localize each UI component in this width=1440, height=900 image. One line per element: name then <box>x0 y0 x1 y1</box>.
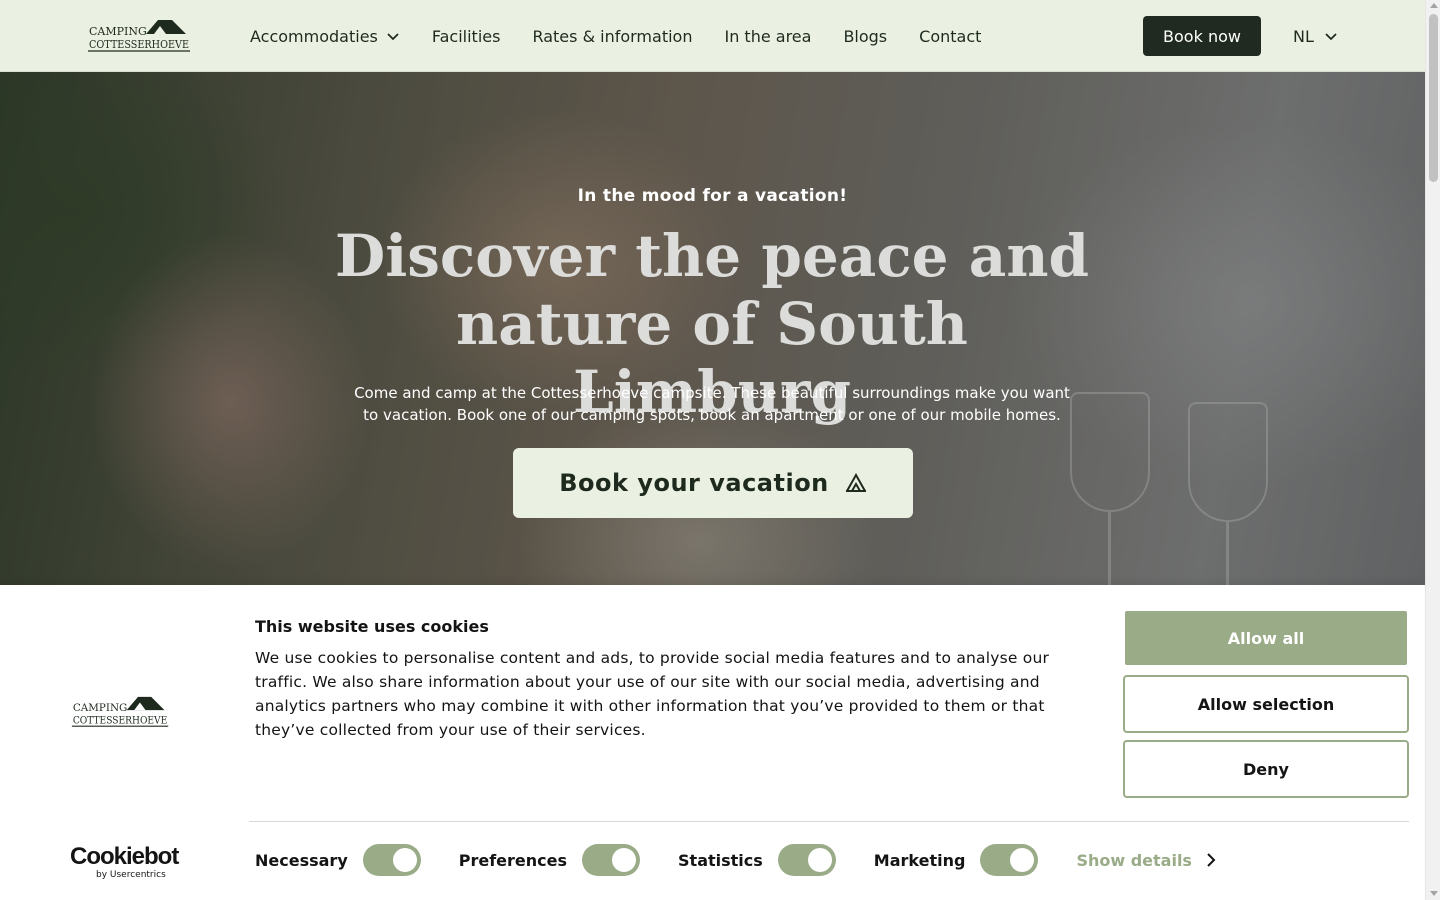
toggle-knob <box>392 848 417 872</box>
toggle-label: Marketing <box>873 850 966 870</box>
show-details-link[interactable]: Show details <box>1076 851 1216 870</box>
scroll-up-arrow-icon[interactable] <box>1430 3 1438 8</box>
cookiebot-name: Cookiebot <box>70 843 179 870</box>
cookie-divider <box>249 821 1409 822</box>
scroll-down-arrow-icon[interactable] <box>1430 891 1438 896</box>
allow-selection-button[interactable]: Allow selection <box>1123 675 1409 733</box>
logo-line2: COTTESSERHOEVE <box>73 714 167 726</box>
toggle-label: Preferences <box>458 850 568 870</box>
language-label: NL <box>1293 26 1314 46</box>
cookiebot-sub: by Usercentrics <box>96 870 166 880</box>
nav-item-facilities[interactable]: Facilities <box>432 27 501 46</box>
toggle-group-preferences: Preferences <box>458 844 641 876</box>
cookie-description: We use cookies to personalise content an… <box>255 649 1050 739</box>
cookie-banner: CAMPING COTTESSERHOEVE This website uses… <box>0 585 1425 900</box>
toggle-label: Statistics <box>678 850 763 870</box>
statistics-toggle[interactable] <box>777 844 836 876</box>
nav-item-rates[interactable]: Rates & information <box>532 27 692 46</box>
logo-line1: CAMPING <box>73 702 128 714</box>
page-scrollbar[interactable] <box>1425 0 1440 900</box>
toggle-group-necessary: Necessary <box>255 844 421 876</box>
nav-item-accommodaties[interactable]: Accommodaties <box>250 27 400 46</box>
deny-button[interactable]: Deny <box>1123 740 1409 798</box>
toggle-knob <box>807 848 832 872</box>
nav-item-in-the-area[interactable]: In the area <box>724 27 811 46</box>
necessary-toggle[interactable] <box>362 844 421 876</box>
toggle-knob <box>612 848 637 872</box>
cookie-title: This website uses cookies <box>255 617 489 636</box>
language-selector[interactable]: NL <box>1293 0 1338 72</box>
cookie-consent-toggles: Necessary Preferences Statistics Marketi… <box>255 844 1216 876</box>
chevron-down-icon <box>1325 33 1337 41</box>
nav-item-blogs[interactable]: Blogs <box>843 27 887 46</box>
nav-item-contact[interactable]: Contact <box>919 27 981 46</box>
preferences-toggle[interactable] <box>582 844 641 876</box>
toggle-label: Necessary <box>255 850 348 870</box>
main-nav: Accommodaties Facilities Rates & informa… <box>250 0 1013 72</box>
logo-line2: COTTESSERHOEVE <box>89 38 189 51</box>
hero-lead: Come and camp at the Cottesserhoeve camp… <box>354 384 1070 424</box>
cta-label: Book your vacation <box>559 469 829 497</box>
hero-section: In the mood for a vacation! Discover the… <box>0 72 1425 585</box>
site-logo[interactable]: CAMPING COTTESSERHOEVE <box>88 18 192 54</box>
toggle-knob <box>1010 848 1035 872</box>
hero-content: In the mood for a vacation! Discover the… <box>0 72 1425 585</box>
toggle-group-marketing: Marketing <box>874 844 1039 876</box>
book-now-button[interactable]: Book now <box>1143 16 1261 56</box>
tent-icon <box>845 473 866 492</box>
logo-line1: CAMPING <box>89 25 147 38</box>
toggle-group-statistics: Statistics <box>678 844 836 876</box>
site-header: CAMPING COTTESSERHOEVE Accommodaties Fac… <box>0 0 1425 72</box>
nav-label: Accommodaties <box>250 26 378 46</box>
allow-all-button[interactable]: Allow all <box>1125 611 1407 665</box>
book-vacation-button[interactable]: Book your vacation <box>513 448 913 518</box>
chevron-down-icon <box>387 33 399 41</box>
chevron-right-icon <box>1207 853 1216 867</box>
cookiebot-logo[interactable]: Cookiebot by Usercentrics <box>70 843 179 881</box>
marketing-toggle[interactable] <box>980 844 1039 876</box>
cookie-site-logo: CAMPING COTTESSERHOEVE <box>70 695 172 729</box>
hero-kicker: In the mood for a vacation! <box>577 186 848 206</box>
scrollbar-thumb[interactable] <box>1429 14 1438 182</box>
show-details-label: Show details <box>1076 850 1192 870</box>
